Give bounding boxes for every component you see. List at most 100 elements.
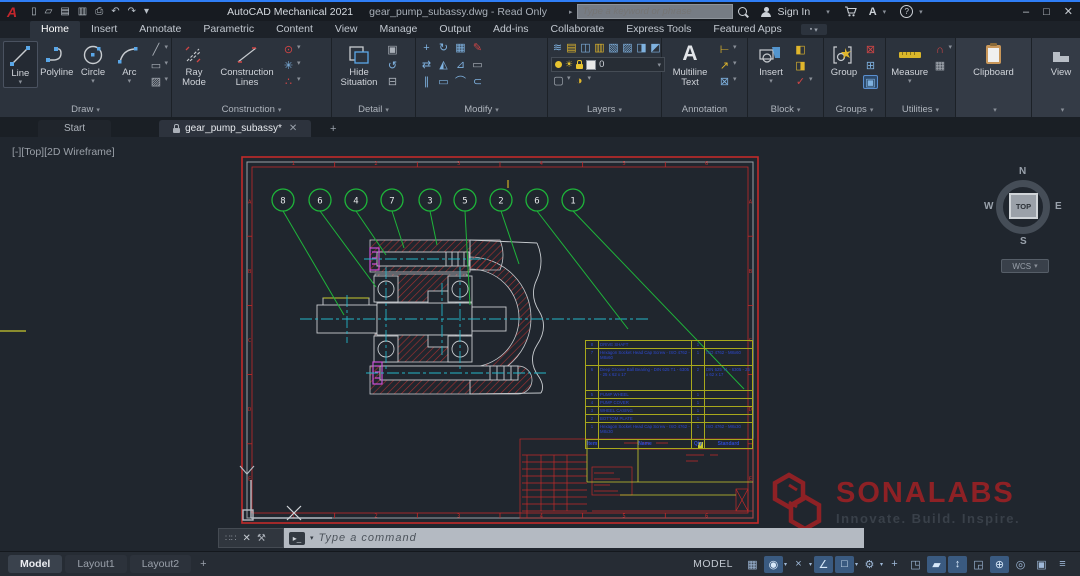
snap-caret-icon[interactable]: ▾ <box>784 561 787 568</box>
ray-mode-button[interactable]: Ray Mode <box>175 41 213 89</box>
annotation-scale-icon[interactable]: ◲ <box>969 556 988 573</box>
viewcube-north[interactable]: N <box>1019 166 1026 177</box>
search-expand-icon[interactable]: ▸ <box>569 8 573 16</box>
ribbon-tab-home[interactable]: Home <box>30 21 81 38</box>
bom-table[interactable]: 8 DRIVE SHAFT 1 7 Hexagon Socket Head Cap Sc… <box>585 340 753 449</box>
model-paper-toggle[interactable]: MODEL <box>693 558 733 570</box>
center-mark-caret-icon[interactable]: ▾ <box>297 43 301 57</box>
chamfer-icon[interactable]: ⊂ <box>470 75 485 89</box>
object-snap-icon[interactable]: □ <box>834 555 854 573</box>
ribbon-tab-manage[interactable]: Manage <box>368 21 428 38</box>
erase-icon[interactable]: ✎ <box>470 41 485 55</box>
ortho-icon[interactable]: × <box>789 556 808 573</box>
panel-label-detail[interactable]: Detail ▾ <box>332 103 415 117</box>
layer-dropdown[interactable]: ☀ 0 ▾ <box>551 57 665 72</box>
leader-icon[interactable]: ↗ <box>717 59 732 73</box>
create-block-icon[interactable]: ◧ <box>793 43 808 57</box>
leader-caret-icon[interactable]: ▾ <box>733 59 737 73</box>
layer-unlock-icon[interactable]: ◩ <box>649 41 662 55</box>
minimize-button[interactable]: – <box>1023 6 1029 18</box>
panel-label-layers[interactable]: Layers ▾ <box>548 103 661 117</box>
panel-label-block[interactable]: Block ▾ <box>748 103 823 117</box>
ribbon-tab-insert[interactable]: Insert <box>80 21 128 38</box>
ribbon-tab-output[interactable]: Output <box>428 21 482 38</box>
isolate-objects-icon[interactable]: ▣ <box>1032 556 1051 573</box>
autodesk-app-icon[interactable]: A <box>869 6 877 18</box>
ribbon-tab-featured-apps[interactable]: Featured Apps <box>702 21 792 38</box>
construction-star-caret-icon[interactable]: ▾ <box>297 59 301 73</box>
measure-button[interactable]: Measure ▾ <box>889 41 930 86</box>
sign-in-caret-icon[interactable]: ▾ <box>826 8 830 16</box>
mirror-icon[interactable]: ◭ <box>436 58 451 72</box>
detail-view-icon[interactable]: ▣ <box>385 43 400 57</box>
explode-icon[interactable]: ▭ <box>470 58 485 72</box>
hatch-caret-icon[interactable]: ▾ <box>164 75 168 89</box>
hatch-tool-icon[interactable]: ▨ <box>148 75 163 89</box>
update-detail-icon[interactable]: ↺ <box>385 59 400 73</box>
layer-isolate-icon[interactable]: ▥ <box>593 41 606 55</box>
plot-icon[interactable]: ⎙ <box>95 6 103 17</box>
group-edit-icon[interactable]: ⊞ <box>863 59 878 73</box>
ribbon-tab-annotate[interactable]: Annotate <box>128 21 192 38</box>
object-snap-caret-icon[interactable]: ▾ <box>855 561 858 568</box>
hide-situation-button[interactable]: Hide Situation <box>335 41 383 89</box>
snap-icon[interactable]: ◉ <box>763 555 783 573</box>
autocad-logo-icon[interactable]: A <box>7 4 17 20</box>
drag-grip-icon[interactable]: ∷∷ <box>225 533 236 544</box>
search-input[interactable] <box>577 4 734 19</box>
grid-icon[interactable]: ▦ <box>743 556 762 573</box>
multiline-text-button[interactable]: A Multiline Text <box>665 41 715 89</box>
points-caret-icon[interactable]: ▾ <box>297 75 301 89</box>
line-segment-icon[interactable]: ╱ <box>148 43 163 57</box>
search-icon[interactable] <box>738 7 748 16</box>
line-caret-icon[interactable]: ▾ <box>164 43 168 57</box>
copy-icon[interactable]: ⇄ <box>419 58 434 72</box>
panel-label-view[interactable]: ▾ <box>1032 103 1080 117</box>
file-tab-start[interactable]: Start <box>38 120 112 137</box>
panel-label-draw[interactable]: Draw ▾ <box>0 103 171 117</box>
qnew-icon[interactable]: ▯ <box>31 6 37 17</box>
sign-in-button[interactable]: Sign In <box>777 6 810 18</box>
viewcube[interactable]: N W E S TOP WCS ▾ <box>984 166 1064 278</box>
layer-prev-icon[interactable]: ◫ <box>579 41 592 55</box>
magnet-snap-icon[interactable]: ∩ <box>932 43 947 57</box>
recent-commands-caret-icon[interactable]: ▾ <box>310 534 314 542</box>
command-line-bar[interactable]: ∷∷ ✕ ⚒ ▸_ ▾ Type a command <box>218 528 864 548</box>
ribbon-tab-content[interactable]: Content <box>265 21 324 38</box>
viewcube-south[interactable]: S <box>1020 236 1027 247</box>
centerline-icon[interactable]: ⊠ <box>717 75 732 89</box>
group-selection-icon[interactable]: ▣ <box>863 75 878 89</box>
save-as-icon[interactable]: ▥ <box>78 6 87 17</box>
new-layout-button[interactable]: + <box>194 558 212 570</box>
annotation-visibility-icon[interactable]: ▰ <box>927 555 946 573</box>
rotate-icon[interactable]: ↻ <box>436 41 451 55</box>
open-icon[interactable]: ▱ <box>45 6 53 17</box>
quick-calc-icon[interactable]: ▦ <box>932 59 947 73</box>
customize-wrench-icon[interactable]: ⚒ <box>257 533 266 544</box>
help-icon[interactable]: ? <box>900 5 914 18</box>
ribbon-tab-collaborate[interactable]: Collaborate <box>540 21 616 38</box>
panel-label-groups[interactable]: Groups ▾ <box>824 103 885 117</box>
ribbon-tab-express-tools[interactable]: Express Tools <box>615 21 702 38</box>
polyline-button[interactable]: Polyline <box>40 41 74 78</box>
layer-state-icon[interactable]: ◑ <box>572 74 587 88</box>
user-icon[interactable] <box>761 6 772 17</box>
wcs-dropdown[interactable]: WCS ▾ <box>1001 259 1049 273</box>
rectangle-tool-icon[interactable]: ▭ <box>148 59 163 73</box>
polar-tracking-icon[interactable]: ∠ <box>813 555 833 573</box>
ucs-icon[interactable] <box>239 465 332 521</box>
ungroup-icon[interactable]: ⊠ <box>863 43 878 57</box>
dimension-icon[interactable]: ⊢ <box>717 43 732 57</box>
balloons[interactable]: 8 6 4 7 3 5 2 6 1 <box>271 188 585 212</box>
clipboard-button[interactable]: Clipboard <box>966 41 1022 78</box>
edit-block-icon[interactable]: ◨ <box>793 59 808 73</box>
construction-lines-button[interactable]: Construction Lines <box>215 41 279 89</box>
circle-button[interactable]: Circle ▾ <box>76 41 110 86</box>
stretch-icon[interactable]: ▭ <box>436 75 451 89</box>
save-icon[interactable]: ▤ <box>60 6 69 17</box>
layer-freeze-icon[interactable]: ▧ <box>607 41 620 55</box>
layer-state-caret-icon[interactable]: ▾ <box>588 74 592 88</box>
layout-tab-layout1[interactable]: Layout1 <box>65 555 127 573</box>
new-tab-button[interactable]: + <box>325 121 341 137</box>
app-store-cart-icon[interactable] <box>844 6 857 17</box>
